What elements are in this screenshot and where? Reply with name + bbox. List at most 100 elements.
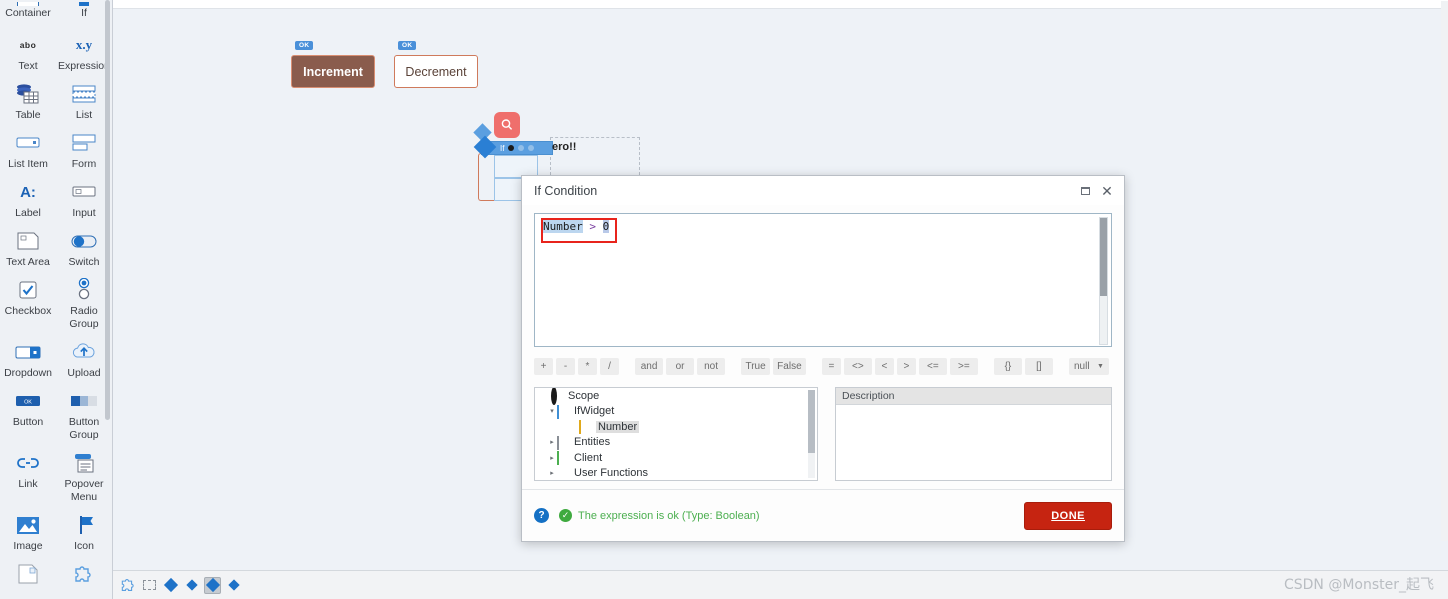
- palette-item-label: Table: [15, 109, 41, 121]
- bottom-toolbar-dashed-rect-icon[interactable]: [141, 577, 158, 594]
- tree-node-label: Number: [596, 420, 640, 433]
- tree-expand-arrow-icon[interactable]: ▸: [547, 454, 557, 462]
- scope-tree-scrollbar[interactable]: [807, 390, 815, 478]
- palette-item-placeholder-box-icon[interactable]: [0, 559, 56, 595]
- scope-tree-scroll-thumb[interactable]: [807, 390, 815, 454]
- operator-button-False[interactable]: False: [772, 357, 806, 375]
- bottom-toolbar-puzzle-icon[interactable]: [120, 577, 137, 594]
- operator-button-True[interactable]: True: [741, 357, 770, 375]
- palette-item-list[interactable]: List: [56, 79, 112, 128]
- link-icon: [15, 450, 41, 476]
- button-icon: OK: [15, 388, 41, 414]
- decrement-button-node[interactable]: Decrement: [394, 55, 478, 88]
- tree-node-entities[interactable]: ▸ Entities: [535, 435, 817, 451]
- svg-text:OK: OK: [24, 399, 32, 405]
- palette-scrollbar[interactable]: [105, 0, 110, 420]
- palette-item-dropdown[interactable]: Dropdown: [0, 337, 56, 386]
- operator-button-[interactable]: *: [578, 357, 597, 375]
- palette-item-input[interactable]: Input: [56, 177, 112, 226]
- operator-button-or[interactable]: or: [666, 357, 695, 375]
- palette-item-puzzle-icon[interactable]: [56, 559, 112, 595]
- if-dot-1: [508, 145, 515, 151]
- operator-button-and[interactable]: and: [635, 357, 664, 375]
- expression-input[interactable]: Number > 0: [534, 213, 1112, 347]
- operator-button-[interactable]: +: [534, 357, 553, 375]
- null-dropdown-button[interactable]: null ▼: [1068, 357, 1109, 375]
- operator-button-[interactable]: <: [874, 357, 894, 375]
- check-circle-icon: ✓: [559, 509, 572, 522]
- palette-item-table[interactable]: Table: [0, 79, 56, 128]
- increment-button-node[interactable]: Increment: [291, 55, 375, 88]
- operator-button-[interactable]: <>: [843, 357, 872, 375]
- palette-item-button-group[interactable]: Button Group: [56, 386, 112, 448]
- palette-item-if[interactable]: If: [56, 0, 112, 30]
- dialog-titlebar[interactable]: If Condition ✕: [522, 176, 1124, 205]
- operator-button-[interactable]: []: [1024, 357, 1053, 375]
- tree-expand-arrow-icon[interactable]: ▸: [547, 469, 557, 477]
- canvas-top-strip: [113, 0, 1448, 9]
- tree-node-label: Client: [574, 451, 603, 464]
- operator-button-[interactable]: >: [896, 357, 916, 375]
- operator-button-[interactable]: /: [600, 357, 619, 375]
- operator-button-[interactable]: =: [821, 357, 841, 375]
- palette-item-label[interactable]: A: Label: [0, 177, 56, 226]
- palette-item-text[interactable]: abo Text: [0, 30, 56, 79]
- tree-expand-arrow-icon[interactable]: ▾: [547, 407, 557, 415]
- canvas-scrollbar[interactable]: [1441, 1, 1448, 541]
- if-condition-dialog: If Condition ✕ Number > 0 + - * / and or n: [521, 175, 1125, 542]
- operator-button-[interactable]: {}: [993, 357, 1022, 375]
- close-icon[interactable]: ✕: [1096, 181, 1118, 201]
- palette-item-label: List Item: [8, 158, 48, 170]
- expression-token-value: 0: [602, 220, 610, 233]
- application-window: Container If abo Text x.y Expression Table List…: [0, 0, 1448, 599]
- palette-item-expression[interactable]: x.y Expression: [56, 30, 112, 79]
- dialog-footer: ? ✓ The expression is ok (Type: Boolean)…: [522, 489, 1124, 541]
- expression-scroll-thumb[interactable]: [1100, 218, 1107, 297]
- operator-button-[interactable]: >=: [949, 357, 978, 375]
- question-mark-icon[interactable]: ?: [534, 508, 549, 523]
- palette-item-form[interactable]: Form: [56, 128, 112, 177]
- placeholder-box-icon: [17, 561, 39, 587]
- scope-tree-panel[interactable]: Scope ▾ IfWidget Number ▸ Entities ▸ Client ▸ Use…: [534, 387, 818, 481]
- palette-item-image[interactable]: Image: [0, 510, 56, 559]
- magnifier-icon[interactable]: [494, 112, 520, 138]
- done-button[interactable]: DONE: [1024, 501, 1112, 530]
- bottom-toolbar-diamond-icon[interactable]: [204, 576, 221, 594]
- icon-icon: [72, 512, 96, 538]
- radio-group-icon: [76, 277, 92, 303]
- expression-editor-wrap: Number > 0: [534, 213, 1112, 347]
- palette-item-text-area[interactable]: Text Area: [0, 226, 56, 275]
- palette-item-button[interactable]: OK Button: [0, 386, 56, 448]
- bottom-toolbar-diamond-small-icon[interactable]: [225, 577, 242, 594]
- dialog-panels: Scope ▾ IfWidget Number ▸ Entities ▸ Client ▸ Use…: [534, 387, 1112, 481]
- tree-node-user-functions[interactable]: ▸ User Functions: [535, 466, 817, 481]
- tree-node-client[interactable]: ▸ Client: [535, 450, 817, 466]
- palette-item-radio-group[interactable]: Radio Group: [56, 275, 112, 337]
- tree-node-scope[interactable]: Scope: [535, 388, 817, 406]
- palette-item-switch[interactable]: Switch: [56, 226, 112, 275]
- scope-icon: [551, 388, 564, 406]
- expression-status-text: The expression is ok (Type: Boolean): [578, 509, 760, 522]
- tree-node-ifwidget[interactable]: ▾ IfWidget: [535, 404, 817, 420]
- bottom-toolbar-diamond-small-icon[interactable]: [183, 577, 200, 594]
- palette-item-icon[interactable]: Icon: [56, 510, 112, 559]
- palette-item-container[interactable]: Container: [0, 0, 56, 30]
- palette-item-list-item[interactable]: List Item: [0, 128, 56, 177]
- image-icon: [16, 512, 40, 538]
- dropdown-icon: [15, 339, 41, 365]
- operator-button-[interactable]: -: [556, 357, 575, 375]
- bottom-toolbar-diamond-icon[interactable]: [162, 577, 179, 594]
- tree-node-number[interactable]: Number: [535, 419, 817, 435]
- blue-square-icon: [557, 404, 570, 419]
- maximize-icon[interactable]: [1074, 181, 1096, 201]
- palette-item-link[interactable]: Link: [0, 448, 56, 510]
- text-area-icon: [17, 228, 39, 254]
- operator-button-[interactable]: <=: [918, 357, 947, 375]
- tree-expand-arrow-icon[interactable]: ▸: [547, 438, 557, 446]
- palette-item-upload[interactable]: Upload: [56, 337, 112, 386]
- operator-button-not[interactable]: not: [697, 357, 726, 375]
- expression-scrollbar[interactable]: [1099, 217, 1108, 345]
- palette-item-checkbox[interactable]: Checkbox: [0, 275, 56, 337]
- description-panel: Description: [834, 387, 1112, 481]
- palette-item-popover-menu[interactable]: Popover Menu: [56, 448, 112, 510]
